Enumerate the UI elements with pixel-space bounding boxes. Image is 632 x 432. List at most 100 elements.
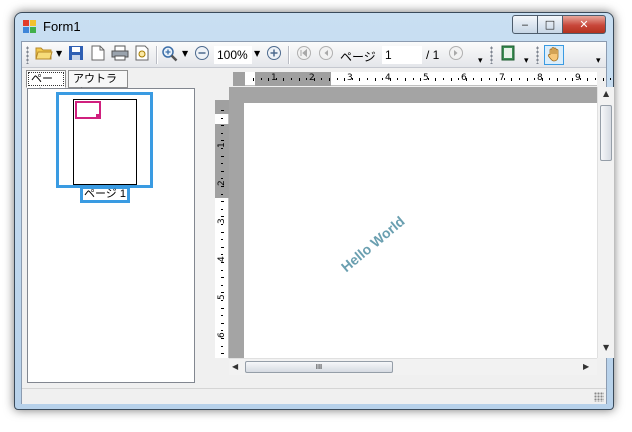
- ruler-tick: [344, 78, 346, 81]
- minimize-button[interactable]: ‒: [512, 15, 538, 34]
- page-total: / 1: [426, 48, 440, 62]
- save-icon[interactable]: [66, 45, 86, 65]
- tab-pages[interactable]: ページ: [26, 70, 66, 99]
- page-number-field[interactable]: [382, 46, 422, 64]
- tab-outline[interactable]: アウトライン: [68, 70, 128, 99]
- ruler-tick: [221, 110, 224, 111]
- ruler-tick: [549, 78, 551, 80]
- ruler-tick: [595, 78, 596, 80]
- horizontal-scrollbar[interactable]: ◀ III ▶: [229, 358, 597, 375]
- ruler-tick: [221, 140, 224, 142]
- ruler-margin-shaded: [255, 72, 331, 86]
- scroll-right-arrow[interactable]: ▶: [583, 362, 589, 371]
- hand-tool-icon[interactable]: [544, 45, 564, 65]
- scroll-up-arrow[interactable]: ▲: [603, 89, 609, 98]
- thumbnail-page: [73, 99, 137, 185]
- ruler-tick: [221, 170, 224, 172]
- ruler-tick: [221, 338, 224, 339]
- ruler-tick: [579, 78, 581, 80]
- ruler-tick: [496, 78, 498, 81]
- previous-page-icon[interactable]: [316, 45, 336, 65]
- scroll-left-arrow[interactable]: ◀: [232, 362, 238, 371]
- ruler-tick: [221, 254, 223, 256]
- status-bar: [22, 388, 606, 404]
- ruler-tick: [389, 78, 391, 81]
- hello-world-text: Hello World: [337, 212, 408, 276]
- viewport-marker[interactable]: [75, 101, 101, 119]
- ruler-tick: [564, 78, 566, 80]
- ruler-margin-left: [233, 72, 245, 86]
- zoom-out-icon[interactable]: [192, 45, 212, 65]
- vertical-scrollbar[interactable]: ▲ ▼: [597, 87, 614, 358]
- zoom-field-dropdown[interactable]: ▼: [254, 49, 260, 58]
- ruler-tick: [221, 163, 223, 165]
- ruler-tick: [221, 117, 223, 119]
- resize-grip[interactable]: [594, 392, 604, 402]
- ruler-tick: [503, 78, 505, 80]
- toolbar-grip[interactable]: [490, 46, 493, 64]
- ruler-tick: [435, 78, 437, 81]
- page-thumbnail[interactable]: [56, 92, 153, 188]
- ruler-tick: [298, 78, 300, 81]
- viewport-resize-handle[interactable]: [96, 114, 101, 119]
- toolbar-grip[interactable]: [536, 46, 539, 64]
- ruler-tick: [367, 78, 368, 80]
- ruler-tick: [458, 78, 460, 80]
- scroll-down-arrow[interactable]: ▼: [603, 343, 609, 352]
- toolbar-overflow-1[interactable]: ▾: [478, 56, 483, 66]
- window-title: Form1: [43, 19, 81, 34]
- ruler-tick: [534, 78, 536, 80]
- zoom-dropdown-arrow[interactable]: ▼: [182, 49, 188, 58]
- ruler-tick: [268, 78, 270, 81]
- ruler-tick: [221, 201, 224, 203]
- ruler-tick: [221, 330, 223, 332]
- ruler-tick: [291, 78, 292, 80]
- ruler-tick: [275, 78, 277, 80]
- ruler-tick: [221, 284, 223, 286]
- zoom-field[interactable]: [214, 46, 252, 64]
- page-setup-icon[interactable]: [88, 45, 108, 65]
- first-page-icon[interactable]: [294, 45, 314, 65]
- ruler-tick: [557, 78, 558, 81]
- print-icon[interactable]: [110, 45, 130, 65]
- book-icon[interactable]: [498, 45, 518, 65]
- toolbar: ▼ ▼ ▼: [22, 42, 606, 68]
- ruler-tick: [283, 78, 285, 81]
- ruler-tick: [405, 78, 406, 81]
- ruler-tick: [221, 315, 223, 317]
- preview-area: 1 2 3 4 5 6 7 8 9 1 2 3 4 5 6 Hello Worl…: [202, 72, 614, 384]
- zoom-plus-icon[interactable]: [264, 45, 284, 65]
- ruler-tick: [313, 78, 315, 81]
- ruler-tick: [221, 193, 223, 195]
- print-preview-icon[interactable]: [132, 45, 152, 65]
- zoom-in-icon[interactable]: [160, 45, 180, 65]
- ruler-tick: [306, 78, 308, 80]
- ruler-tick: [427, 78, 429, 80]
- ruler-tick: [221, 208, 223, 210]
- ruler-tick: [473, 78, 475, 80]
- document-page[interactable]: Hello World: [244, 103, 597, 358]
- toolbar-overflow-2[interactable]: ▾: [524, 56, 529, 66]
- ruler-tick: [465, 78, 467, 81]
- ruler-tick: [221, 322, 224, 324]
- toolbar-grip[interactable]: [26, 46, 29, 64]
- ruler-tick: [221, 269, 223, 271]
- next-page-icon[interactable]: [446, 45, 466, 65]
- preview-canvas[interactable]: Hello World: [229, 87, 597, 358]
- page-label: ページ: [340, 50, 376, 64]
- horizontal-scroll-thumb[interactable]: III: [245, 361, 393, 373]
- ruler-tick: [221, 292, 224, 294]
- title-bar[interactable]: Form1 ‒ □ ✕: [15, 13, 613, 41]
- ruler-tick: [488, 78, 490, 80]
- ruler-tick: [511, 78, 513, 81]
- thumbnail-label: ページ 1: [80, 186, 130, 203]
- vertical-scroll-thumb[interactable]: [600, 105, 612, 161]
- ruler-tick: [221, 246, 224, 248]
- maximize-button[interactable]: □: [537, 15, 563, 34]
- open-dropdown-arrow[interactable]: ▼: [56, 49, 62, 58]
- open-folder-icon[interactable]: [34, 45, 54, 65]
- ruler-tick: [221, 239, 223, 241]
- toolbar-overflow-3[interactable]: ▾: [596, 56, 601, 66]
- ruler-tick: [221, 224, 223, 225]
- close-button[interactable]: ✕: [562, 15, 606, 34]
